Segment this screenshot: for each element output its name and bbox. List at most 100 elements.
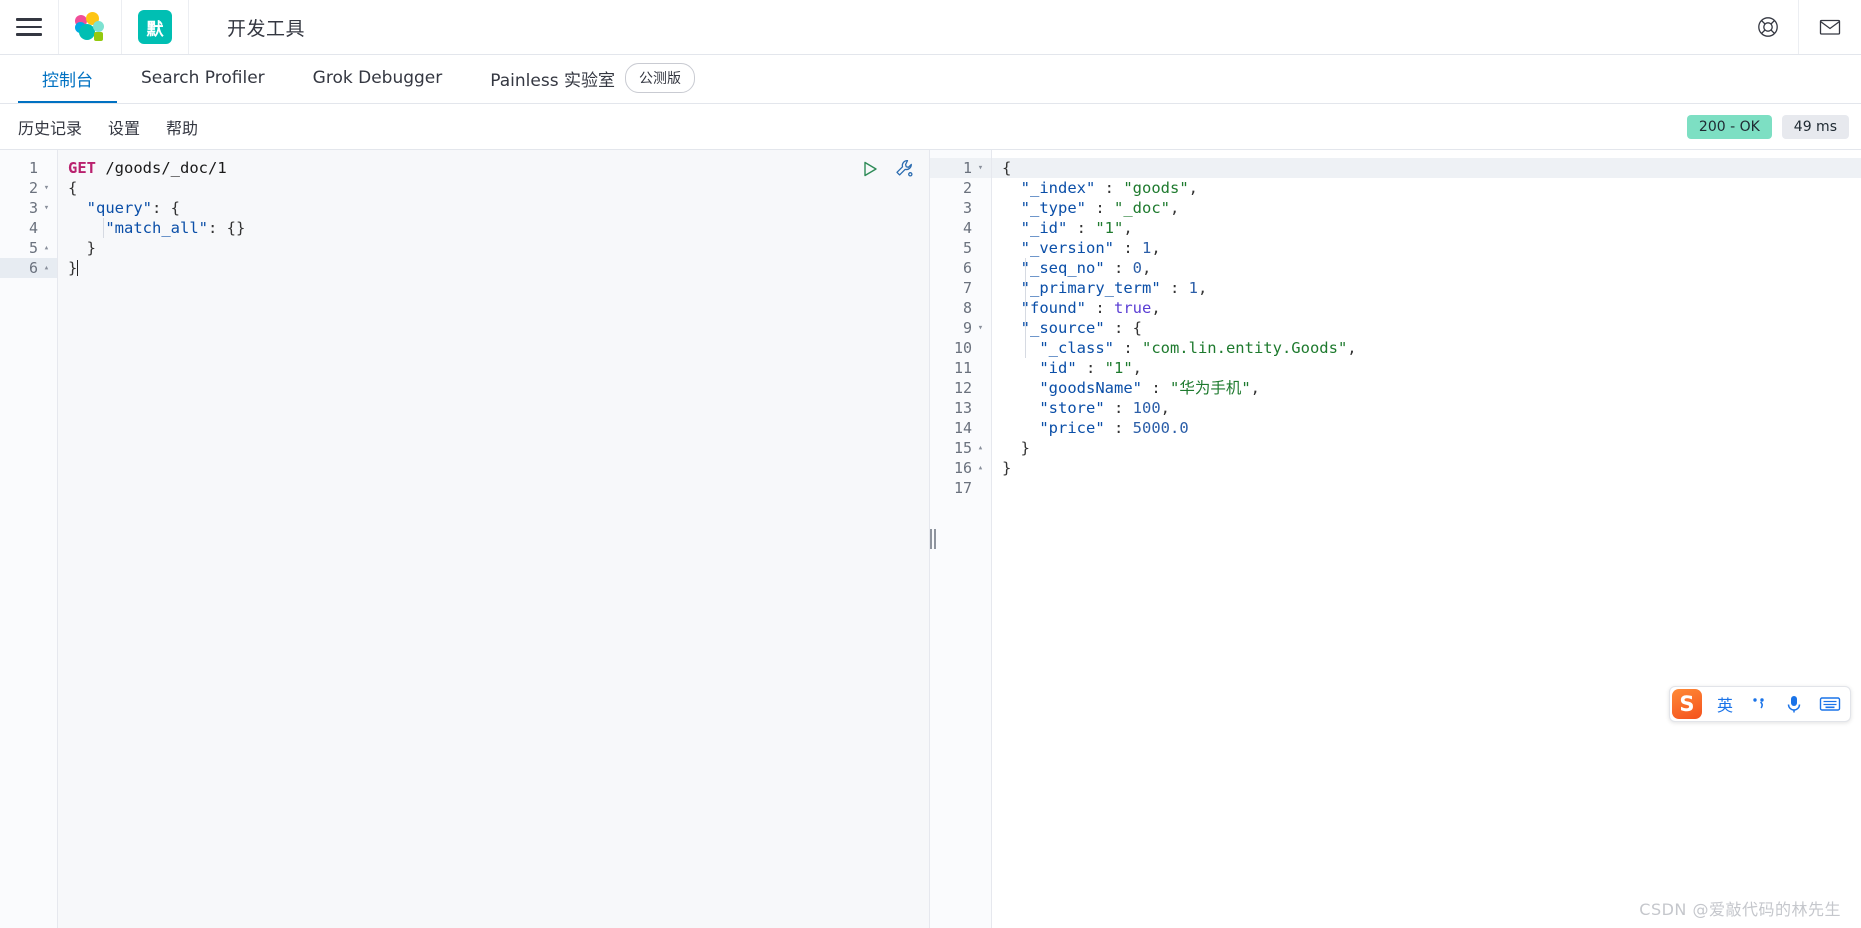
line-number-value: 12 bbox=[953, 379, 972, 397]
fold-toggle-icon[interactable]: ▾ bbox=[42, 183, 51, 193]
keyboard-icon[interactable] bbox=[1816, 695, 1844, 713]
code-line[interactable]: "price" : 5000.0 bbox=[992, 418, 1861, 438]
code-line[interactable]: GET /goods/_doc/1 bbox=[58, 158, 929, 178]
line-number-value: 4 bbox=[962, 219, 972, 237]
space-switcher-button[interactable]: 默 bbox=[122, 0, 189, 54]
code-line[interactable]: "_index" : "goods", bbox=[992, 178, 1861, 198]
menu-toggle-button[interactable] bbox=[0, 0, 59, 54]
line-number-value: 5 bbox=[28, 239, 38, 257]
life-ring-icon bbox=[1757, 17, 1778, 37]
line-number: 5 ▴ bbox=[0, 238, 57, 258]
history-button[interactable]: 历史记录 bbox=[18, 115, 82, 139]
code-line[interactable]: "match_all": {} bbox=[58, 218, 929, 238]
code-token: "1" bbox=[1104, 359, 1133, 377]
code-token: : bbox=[1104, 399, 1133, 417]
line-number-value: 8 bbox=[962, 299, 972, 317]
punctuation-icon[interactable] bbox=[1746, 695, 1772, 713]
mail-button[interactable] bbox=[1799, 0, 1861, 54]
fold-toggle-icon[interactable]: ▾ bbox=[976, 323, 985, 333]
response-viewer-pane[interactable]: 1 ▾ 2 3 4 5 6 7 8 9 ▾ 10 11 12 13 14 15 ▴ 16 ▴ 17 { "_index"… bbox=[930, 150, 1861, 928]
tab-painless-lab[interactable]: Painless 实验室 公测版 bbox=[466, 55, 719, 103]
settings-button[interactable]: 设置 bbox=[108, 115, 140, 139]
hamburger-icon[interactable] bbox=[16, 18, 42, 36]
code-line[interactable]: "store" : 100, bbox=[992, 398, 1861, 418]
response-gutter[interactable]: 1 ▾ 2 3 4 5 6 7 8 9 ▾ 10 11 12 13 14 15 ▴ 16 ▴ 17 bbox=[930, 150, 992, 928]
sogou-ime-toolbar[interactable]: S 英 bbox=[1668, 686, 1851, 722]
code-line[interactable]: } bbox=[992, 438, 1861, 458]
code-token: : bbox=[1104, 259, 1133, 277]
line-number-value: 1 bbox=[28, 159, 38, 177]
fold-toggle-icon[interactable]: ▴ bbox=[976, 443, 985, 453]
code-line[interactable]: "query": { bbox=[58, 198, 929, 218]
fold-toggle-icon[interactable]: ▴ bbox=[976, 463, 985, 473]
wrench-icon[interactable] bbox=[894, 158, 915, 179]
page-title: 开发工具 bbox=[227, 17, 306, 40]
fold-toggle-icon[interactable]: ▾ bbox=[42, 203, 51, 213]
pane-splitter-handle[interactable] bbox=[929, 150, 937, 928]
code-line[interactable]: "_type" : "_doc", bbox=[992, 198, 1861, 218]
line-number: 11 bbox=[930, 358, 991, 378]
code-token: , bbox=[1347, 339, 1357, 357]
code-token: { bbox=[1002, 159, 1012, 177]
help-button[interactable] bbox=[1737, 0, 1799, 54]
code-token: "match_all" bbox=[105, 219, 208, 237]
line-number-value: 3 bbox=[962, 199, 972, 217]
play-triangle-icon[interactable] bbox=[860, 159, 880, 179]
code-line[interactable] bbox=[992, 478, 1861, 498]
sogou-logo-icon[interactable]: S bbox=[1671, 689, 1702, 719]
code-line[interactable]: { bbox=[992, 158, 1861, 178]
code-token: : {} bbox=[207, 219, 246, 237]
code-line[interactable]: } bbox=[58, 258, 929, 278]
code-line[interactable]: { bbox=[58, 178, 929, 198]
code-token: : bbox=[1104, 419, 1133, 437]
line-number-value: 13 bbox=[953, 399, 972, 417]
fold-toggle-icon[interactable]: ▾ bbox=[976, 163, 985, 173]
ime-mode-toggle[interactable]: 英 bbox=[1714, 692, 1736, 716]
line-number-value: 7 bbox=[962, 279, 972, 297]
code-line[interactable]: "goodsName" : "华为手机", bbox=[992, 378, 1861, 398]
code-line[interactable]: "_id" : "1", bbox=[992, 218, 1861, 238]
status-badge-code: 200 - OK bbox=[1686, 115, 1772, 139]
code-token: "_id" bbox=[1020, 219, 1068, 237]
code-token: "华为手机" bbox=[1169, 379, 1251, 397]
status-badge-time: 49 ms bbox=[1781, 115, 1849, 139]
line-number-value: 2 bbox=[962, 179, 972, 197]
request-code-area[interactable]: GET /goods/_doc/1{ "query": { "match_all… bbox=[58, 150, 929, 928]
tab-console[interactable]: 控制台 bbox=[18, 55, 117, 103]
code-line[interactable]: "_seq_no" : 0, bbox=[992, 258, 1861, 278]
fold-toggle-icon[interactable]: ▴ bbox=[42, 243, 51, 253]
code-token: , bbox=[1160, 399, 1170, 417]
line-number: 1 ▾ bbox=[930, 158, 991, 178]
line-number-value: 10 bbox=[953, 339, 972, 357]
elastic-home-link[interactable] bbox=[59, 0, 122, 54]
code-line[interactable]: "_source" : { bbox=[992, 318, 1861, 338]
code-line[interactable]: "_primary_term" : 1, bbox=[992, 278, 1861, 298]
code-line[interactable]: "id" : "1", bbox=[992, 358, 1861, 378]
console-split-area: 1 2 ▾ 3 ▾ 4 5 ▴ 6 ▴ GET /goods/_doc/1{ "query": {… bbox=[0, 150, 1861, 928]
code-line[interactable]: } bbox=[58, 238, 929, 258]
fold-toggle-icon[interactable]: ▴ bbox=[42, 263, 51, 273]
line-number: 12 bbox=[930, 378, 991, 398]
line-number: 5 bbox=[930, 238, 991, 258]
tab-search-profiler[interactable]: Search Profiler bbox=[117, 55, 289, 103]
code-token: : bbox=[1076, 359, 1105, 377]
help-link[interactable]: 帮助 bbox=[166, 115, 198, 139]
line-number: 16 ▴ bbox=[930, 458, 991, 478]
request-editor-pane[interactable]: 1 2 ▾ 3 ▾ 4 5 ▴ 6 ▴ GET /goods/_doc/1{ "query": {… bbox=[0, 150, 930, 928]
line-number: 10 bbox=[930, 338, 991, 358]
code-token: /goods/_doc/1 bbox=[96, 159, 227, 177]
line-number: 14 bbox=[930, 418, 991, 438]
tab-grok-debugger[interactable]: Grok Debugger bbox=[289, 55, 467, 103]
code-line[interactable]: "_class" : "com.lin.entity.Goods", bbox=[992, 338, 1861, 358]
code-line[interactable]: "found" : true, bbox=[992, 298, 1861, 318]
microphone-icon[interactable] bbox=[1782, 694, 1806, 714]
code-line[interactable]: "_version" : 1, bbox=[992, 238, 1861, 258]
code-line[interactable]: } bbox=[992, 458, 1861, 478]
response-code-area[interactable]: { "_index" : "goods", "_type" : "_doc", … bbox=[992, 150, 1861, 928]
request-gutter[interactable]: 1 2 ▾ 3 ▾ 4 5 ▴ 6 ▴ bbox=[0, 150, 58, 928]
